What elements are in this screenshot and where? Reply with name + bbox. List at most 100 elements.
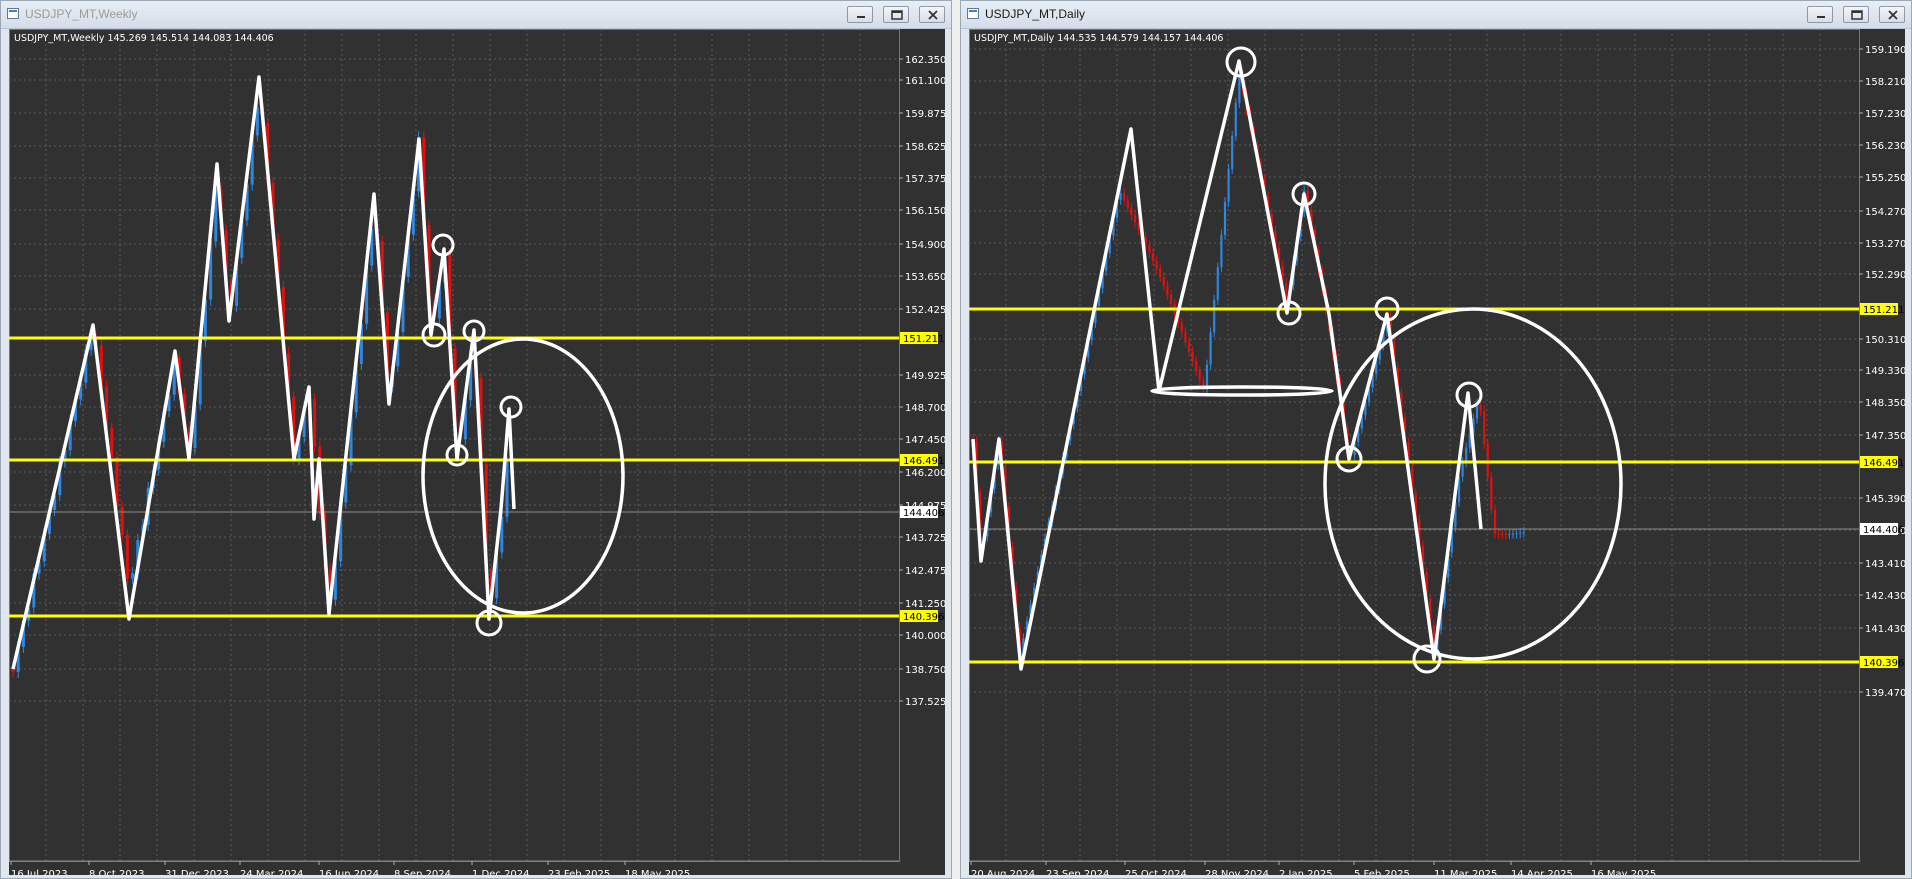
price-axis-label: 147.450 — [905, 435, 945, 446]
date-axis-label: 23 Feb 2025 — [548, 869, 610, 875]
candle-body — [1151, 252, 1155, 261]
close-icon — [1888, 10, 1898, 20]
chart-canvas[interactable]: 162.350 161.100 159.875 158.625 157.375 156.1… — [9, 29, 945, 875]
candle-body — [1119, 193, 1122, 200]
price-axis-label: 146.200 — [905, 468, 945, 479]
price-axis-label: 154.900 — [905, 240, 945, 251]
candle-body — [1133, 215, 1137, 223]
candle-body — [313, 399, 317, 447]
price-axis-label: 153.650 — [905, 272, 945, 283]
date-axis-label: 1 Dec 2024 — [472, 869, 530, 875]
price-axis-label: 152.290 — [1865, 270, 1905, 281]
candle-body — [1486, 443, 1489, 477]
price-axis-label: 143.725 — [905, 533, 945, 544]
level-price-label: 151.211 — [903, 334, 944, 345]
date-axis-label: 20 Aug 2024 — [971, 869, 1035, 875]
date-axis-label: 16 May 2025 — [1591, 869, 1656, 875]
candle-body — [1216, 267, 1219, 300]
price-axis-label: 138.750 — [905, 665, 945, 676]
candle-body — [1166, 285, 1169, 296]
level-price-label: 146.491 — [1863, 458, 1904, 469]
candle-body — [1508, 533, 1511, 535]
candle-body — [1511, 533, 1515, 535]
date-axis-label: 24 Mar 2024 — [240, 869, 303, 875]
level-price-label: 140.396 — [1863, 658, 1904, 669]
price-axis-label: 154.270 — [1865, 207, 1905, 218]
minimize-button[interactable] — [847, 6, 873, 23]
candle-body — [1238, 75, 1241, 103]
maximize-icon — [891, 10, 903, 20]
price-axis-label: 159.190 — [1865, 45, 1905, 56]
candle-body — [1198, 370, 1201, 381]
candle-body — [1213, 299, 1216, 333]
price-axis-label: 152.425 — [905, 305, 945, 316]
candle-body — [1130, 207, 1133, 216]
price-axis-label: 141.430 — [1865, 624, 1905, 635]
current-price-label: 144.406 — [903, 508, 944, 519]
candle-body — [125, 534, 129, 579]
candle-body — [1493, 509, 1497, 534]
date-axis-label: 16 Jul 2023 — [11, 869, 68, 875]
minimize-icon — [857, 16, 865, 18]
minimize-button[interactable] — [1807, 6, 1833, 23]
candle-body — [1483, 410, 1486, 444]
chart-window-icon — [967, 8, 979, 19]
candle-body — [1159, 268, 1162, 277]
candle-body — [120, 506, 124, 535]
maximize-button[interactable] — [1843, 6, 1869, 23]
window-title: USDJPY_MT,Daily — [985, 7, 1086, 21]
date-axis-label: 25 Oct 2024 — [1125, 869, 1187, 875]
chart-window-icon — [7, 8, 19, 19]
candle-body — [1191, 351, 1194, 362]
price-axis-label: 148.350 — [1865, 398, 1905, 409]
price-axis-label: 147.350 — [1865, 431, 1905, 442]
weekly-chart-window[interactable]: USDJPY_MT,Weekly 162.350 161.100 159.875 15… — [0, 0, 952, 879]
price-axis-label: 157.230 — [1865, 109, 1905, 120]
close-icon — [928, 10, 938, 20]
candle-body — [1490, 476, 1493, 510]
candle-body — [1479, 404, 1482, 411]
price-axis-label: 156.230 — [1865, 141, 1905, 152]
candle-body — [1184, 332, 1187, 342]
maximize-button[interactable] — [883, 6, 909, 23]
candle-body — [1504, 533, 1507, 535]
zigzag-annotation — [971, 59, 1483, 671]
level-price-label: 151.211 — [1863, 305, 1904, 316]
close-button[interactable] — [1879, 6, 1905, 23]
candle-body — [110, 428, 114, 458]
candle-body — [1148, 245, 1151, 253]
candle-body — [131, 573, 135, 579]
window-title-bar[interactable]: USDJPY_MT,Daily — [961, 1, 1911, 29]
daily-chart-window[interactable]: USDJPY_MT,Daily 159.190 158.210 157.230 156… — [960, 0, 1912, 879]
price-axis-label: 143.410 — [1865, 559, 1905, 570]
ellipse-annotation — [1323, 307, 1623, 661]
window-title-bar[interactable]: USDJPY_MT,Weekly — [1, 1, 951, 29]
chart-canvas[interactable]: 159.190 158.210 157.230 156.230 155.250 154.2… — [969, 29, 1905, 875]
date-axis-label: 18 May 2025 — [625, 869, 690, 875]
price-axis-label: 159.875 — [905, 109, 945, 120]
price-axis-label: 158.625 — [905, 142, 945, 153]
price-axis-label: 141.250 — [905, 599, 945, 610]
date-axis-label: 31 Dec 2023 — [165, 869, 229, 875]
price-axis-label: 157.375 — [905, 174, 945, 185]
candle-body — [1465, 447, 1468, 463]
window-title: USDJPY_MT,Weekly — [25, 7, 138, 21]
price-chart[interactable]: 159.190 158.210 157.230 156.230 155.250 154.2… — [969, 29, 1905, 875]
candle-body — [1227, 169, 1230, 202]
candle-body — [1515, 533, 1518, 535]
ellipse-annotation — [1150, 385, 1334, 397]
price-axis-label: 149.925 — [905, 371, 945, 382]
candle-body — [1522, 532, 1525, 534]
date-axis-label: 16 Jun 2024 — [319, 869, 379, 875]
price-axis-label: 145.390 — [1865, 494, 1905, 505]
maximize-icon — [1851, 10, 1863, 20]
price-axis-label: 137.525 — [905, 697, 945, 708]
date-axis-label: 8 Oct 2023 — [89, 869, 144, 875]
chart-info-text: USDJPY_MT,Daily 144.535 144.579 144.157 … — [974, 33, 1224, 44]
candle-body — [1497, 533, 1500, 535]
price-chart[interactable]: 162.350 161.100 159.875 158.625 157.375 156.1… — [9, 29, 945, 875]
candle-body — [1209, 332, 1212, 365]
close-button[interactable] — [919, 6, 945, 23]
candle-body — [1231, 136, 1234, 170]
circle-annotation — [421, 322, 447, 348]
